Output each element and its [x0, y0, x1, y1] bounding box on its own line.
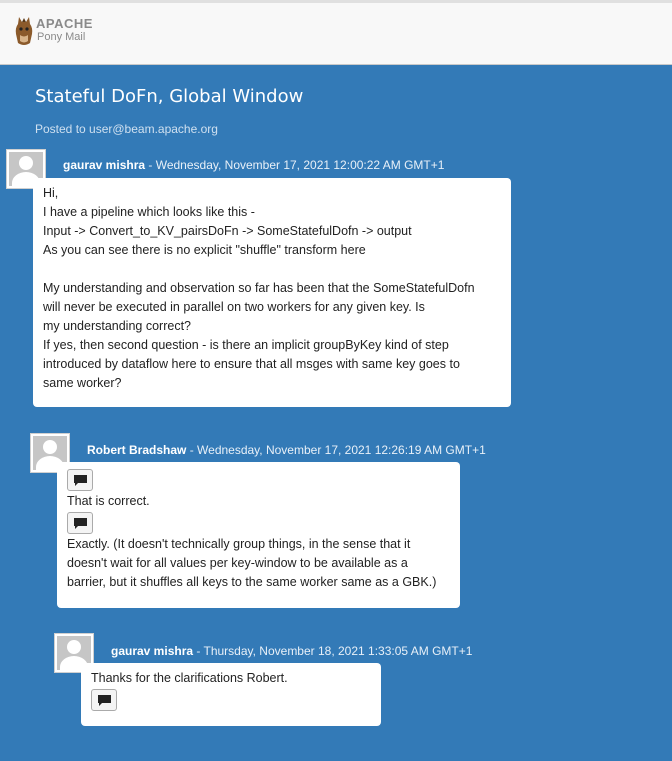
- logo-apache-text: APACHE: [36, 16, 93, 31]
- message-header: Robert Bradshaw - Wednesday, November 17…: [87, 443, 486, 457]
- thread-title: Stateful DoFn, Global Window: [35, 86, 304, 107]
- message-date: Wednesday, November 17, 2021 12:26:19 AM…: [197, 443, 486, 457]
- top-navbar: APACHE Pony Mail: [0, 0, 672, 65]
- show-quote-button[interactable]: [91, 689, 117, 711]
- message-card: That is correct. Exactly. (It doesn't te…: [57, 462, 460, 608]
- author-name[interactable]: gaurav mishra: [111, 644, 193, 658]
- message-body-paragraph: Exactly. (It doesn't technically group t…: [67, 537, 437, 589]
- pony-logo-icon: [15, 17, 33, 45]
- message-date: Thursday, November 18, 2021 1:33:05 AM G…: [203, 644, 473, 658]
- logo-ponymail-text: Pony Mail: [37, 31, 86, 43]
- author-name[interactable]: gaurav mishra: [63, 158, 145, 172]
- comment-icon: [74, 475, 87, 486]
- message-body: Thanks for the clarifications Robert.: [91, 671, 288, 685]
- message-body: Hi, I have a pipeline which looks like t…: [43, 186, 475, 390]
- message-date: Wednesday, November 17, 2021 12:00:22 AM…: [155, 158, 445, 172]
- comment-icon: [98, 695, 111, 706]
- message-body-line: That is correct.: [67, 494, 150, 508]
- message-card: Hi, I have a pipeline which looks like t…: [33, 178, 511, 407]
- message-card: Thanks for the clarifications Robert.: [81, 663, 381, 726]
- posted-to-label[interactable]: Posted to user@beam.apache.org: [35, 122, 218, 136]
- message-header: gaurav mishra - Wednesday, November 17, …: [63, 158, 445, 172]
- message-header: gaurav mishra - Thursday, November 18, 2…: [111, 644, 473, 658]
- author-name[interactable]: Robert Bradshaw: [87, 443, 186, 457]
- show-quote-button[interactable]: [67, 469, 93, 491]
- comment-icon: [74, 518, 87, 529]
- pony-mail-logo[interactable]: APACHE Pony Mail: [13, 13, 93, 49]
- show-quote-button[interactable]: [67, 512, 93, 534]
